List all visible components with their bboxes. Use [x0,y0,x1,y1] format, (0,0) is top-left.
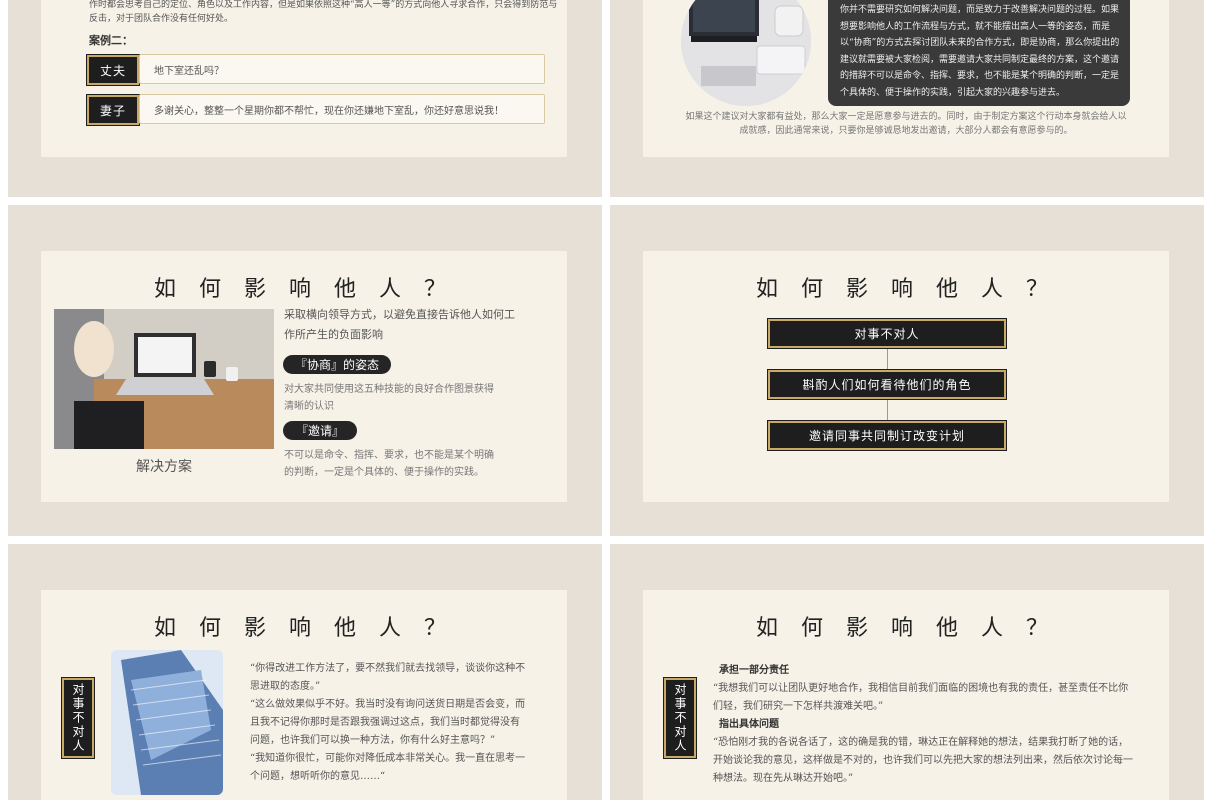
specific-heading: 指出具体问题 [719,719,779,730]
case-label: 案例二： [89,34,133,47]
quote-2: “这么做效果似乎不好。我当时没有询问送货日期是否会变，而且我不记得你那时是否跟我… [250,699,526,746]
slide-6[interactable]: 如 何 影 响 他 人 ？ 对事不对人 承担一部分责任 “我想我们可以让团队更好… [610,544,1204,800]
quote-3: “我知道你很忙，可能你对降低成本非常关心。我一直在思考一个问题，想听听你的意见…… [250,753,526,782]
slide-2[interactable]: 你并不需要研究如何解决问题，而是致力于改善解决问题的过程。如果想要影响他人的工作… [610,0,1204,197]
building-photo-art [111,650,223,795]
slide-3-card: 如 何 影 响 他 人 ？ 解决方案 采取横向领导方式，以避免直接告诉他人如何工… [41,251,567,502]
responsibility-text: “我想我们可以让团队更好地合作，我相信目前我们面临的困境也有我的责任，甚至责任不… [713,683,1129,712]
role-husband: 丈夫 [87,55,139,85]
slide-5-card: 如 何 影 响 他 人 ？ 对事不对人 “你得改进工作方法了，要不然我们就去找领… [41,590,567,800]
slide-6-title: 如 何 影 响 他 人 ？ [756,616,1056,641]
slide-2-card: 你并不需要研究如何解决问题，而是致力于改善解决问题的过程。如果想要影响他人的工作… [643,0,1169,157]
slide-6-card: 如 何 影 响 他 人 ？ 对事不对人 承担一部分责任 “我想我们可以让团队更好… [643,590,1169,800]
dark-textbox: 你并不需要研究如何解决问题，而是致力于改善解决问题的过程。如果想要影响他人的工作… [828,0,1130,106]
slide-5-tag: 对事不对人 [62,678,94,758]
responsibility-heading: 承担一部分责任 [719,665,789,676]
slide-3-intro: 采取横向领导方式，以避免直接告诉他人如何工作所产生的负面影响 [284,308,515,341]
desk-photo-round [681,0,811,106]
quote-1: “你得改进工作方法了，要不然我们就去找领导，谈谈你这种不思进取的态度。” [250,663,526,692]
slide-1[interactable]: 作时都会思考自己的定位、角色以及工作内容，但是如果依照这种“高人一等”的方式向他… [8,0,602,197]
building-photo [111,650,223,795]
solution-caption: 解决方案 [136,459,192,475]
husband-line: 地下室还乱吗？ [139,54,545,84]
specific-text: “恐怕刚才我的各说各话了，这的确是我的错，琳达正在解释她的想法，结果我打断了她的… [713,737,1133,784]
slide-5[interactable]: 如 何 影 响 他 人 ？ 对事不对人 “你得改进工作方法了，要不然我们就去找领… [8,544,602,800]
slide-3[interactable]: 如 何 影 响 他 人 ？ 解决方案 采取横向领导方式，以避免直接告诉他人如何工… [8,205,602,536]
slide-3-title: 如 何 影 响 他 人 ？ [154,277,454,302]
slide-6-tag: 对事不对人 [664,678,696,758]
step-3: 邀请同事共同制订改变计划 [768,421,1006,450]
desk-photo-art [681,0,811,106]
slide-4-card: 如 何 影 响 他 人 ？ 对事不对人 斟酌人们如何看待他们的角色 邀请同事共同… [643,251,1169,502]
negotiate-text: 对大家共同使用这五种技能的良好合作图景获得清晰的认识 [284,384,494,412]
step-1: 对事不对人 [768,319,1006,348]
pill-negotiate: 『协商』的姿态 [283,355,391,374]
step-2: 斟酌人们如何看待他们的角色 [768,370,1006,399]
slide-1-intro: 作时都会思考自己的定位、角色以及工作内容，但是如果依照这种“高人一等”的方式向他… [89,0,558,24]
slide-1-card: 作时都会思考自己的定位、角色以及工作内容，但是如果依照这种“高人一等”的方式向他… [41,0,567,157]
laptop-photo-art [54,309,274,449]
role-wife: 妻子 [87,95,139,125]
laptop-photo [54,309,274,449]
wife-line: 多谢关心，整整一个星期你都不帮忙，现在你还嫌地下室乱，你还好意思说我！ [139,94,545,124]
slide-4-title: 如 何 影 响 他 人 ？ [756,277,1056,302]
pill-invite: 『邀请』 [283,421,357,440]
slide-4[interactable]: 如 何 影 响 他 人 ？ 对事不对人 斟酌人们如何看待他们的角色 邀请同事共同… [610,205,1204,536]
invite-text: 不可以是命令、指挥、要求，也不能是某个明确的判断，一定是个具体的、便于操作的实践… [284,450,494,478]
slide-2-bottom-text: 如果这个建议对大家都有益处，那么大家一定是愿意参与进去的。同时，由于制定方案这个… [685,112,1127,136]
slide-5-title: 如 何 影 响 他 人 ？ [154,616,454,641]
dark-textbox-text: 你并不需要研究如何解决问题，而是致力于改善解决问题的过程。如果想要影响他人的工作… [840,5,1120,98]
